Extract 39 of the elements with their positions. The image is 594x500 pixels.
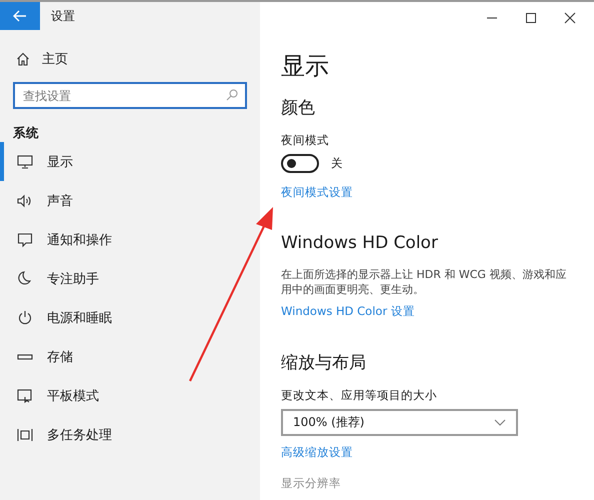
setting-label: 显示分辨率 xyxy=(281,476,341,491)
back-arrow-icon xyxy=(13,10,27,22)
speaker-icon xyxy=(17,192,33,208)
home-icon xyxy=(16,52,30,66)
tablet-icon xyxy=(17,388,33,404)
settings-link[interactable]: 高级缩放设置 xyxy=(281,445,353,460)
multitask-icon xyxy=(17,426,33,442)
description-text: 在上面所选择的显示器上让 HDR 和 WCG 视频、游戏和应用中的画面更明亮、更生动。 xyxy=(281,267,568,297)
scale-dropdown[interactable]: 100% (推荐) xyxy=(281,409,518,436)
nav-item[interactable]: 专注助手 xyxy=(0,259,260,298)
settings-link[interactable]: Windows HD Color 设置 xyxy=(281,304,415,319)
message-icon xyxy=(17,232,33,248)
setting-label: 更改文本、应用等项目的大小 xyxy=(281,388,437,403)
section-heading: 缩放与布局 xyxy=(281,352,366,374)
monitor-icon xyxy=(17,154,33,170)
moon-icon xyxy=(17,270,33,286)
back-button[interactable] xyxy=(0,2,40,30)
nav-item[interactable]: 存储 xyxy=(0,337,260,376)
nav-item[interactable]: 通知和操作 xyxy=(0,220,260,259)
search-field[interactable]: 查找设置 xyxy=(13,82,247,109)
window-title: 设置 xyxy=(51,8,75,24)
nav-item[interactable]: 声音 xyxy=(0,181,260,220)
section-heading: 颜色 xyxy=(281,97,315,119)
nav-item[interactable]: 平板模式 xyxy=(0,376,260,415)
page-title: 显示 xyxy=(281,51,329,82)
toggle-state: 关 xyxy=(331,156,343,171)
section-heading: Windows HD Color xyxy=(281,233,438,253)
nav-item[interactable]: 多任务处理 xyxy=(0,415,260,454)
setting-label: 夜间模式 xyxy=(281,133,329,148)
chevron-down-icon xyxy=(494,418,506,426)
settings-link[interactable]: 夜间模式设置 xyxy=(281,185,353,200)
maximize-icon[interactable] xyxy=(525,12,537,24)
section-heading: 系统 xyxy=(13,125,40,142)
power-icon xyxy=(17,310,33,326)
home-nav-item[interactable]: 主页 xyxy=(16,50,260,68)
search-icon xyxy=(226,89,238,101)
close-icon[interactable] xyxy=(564,12,576,24)
toggle-switch[interactable] xyxy=(281,154,319,173)
nav-item[interactable]: 电源和睡眠 xyxy=(0,298,260,337)
